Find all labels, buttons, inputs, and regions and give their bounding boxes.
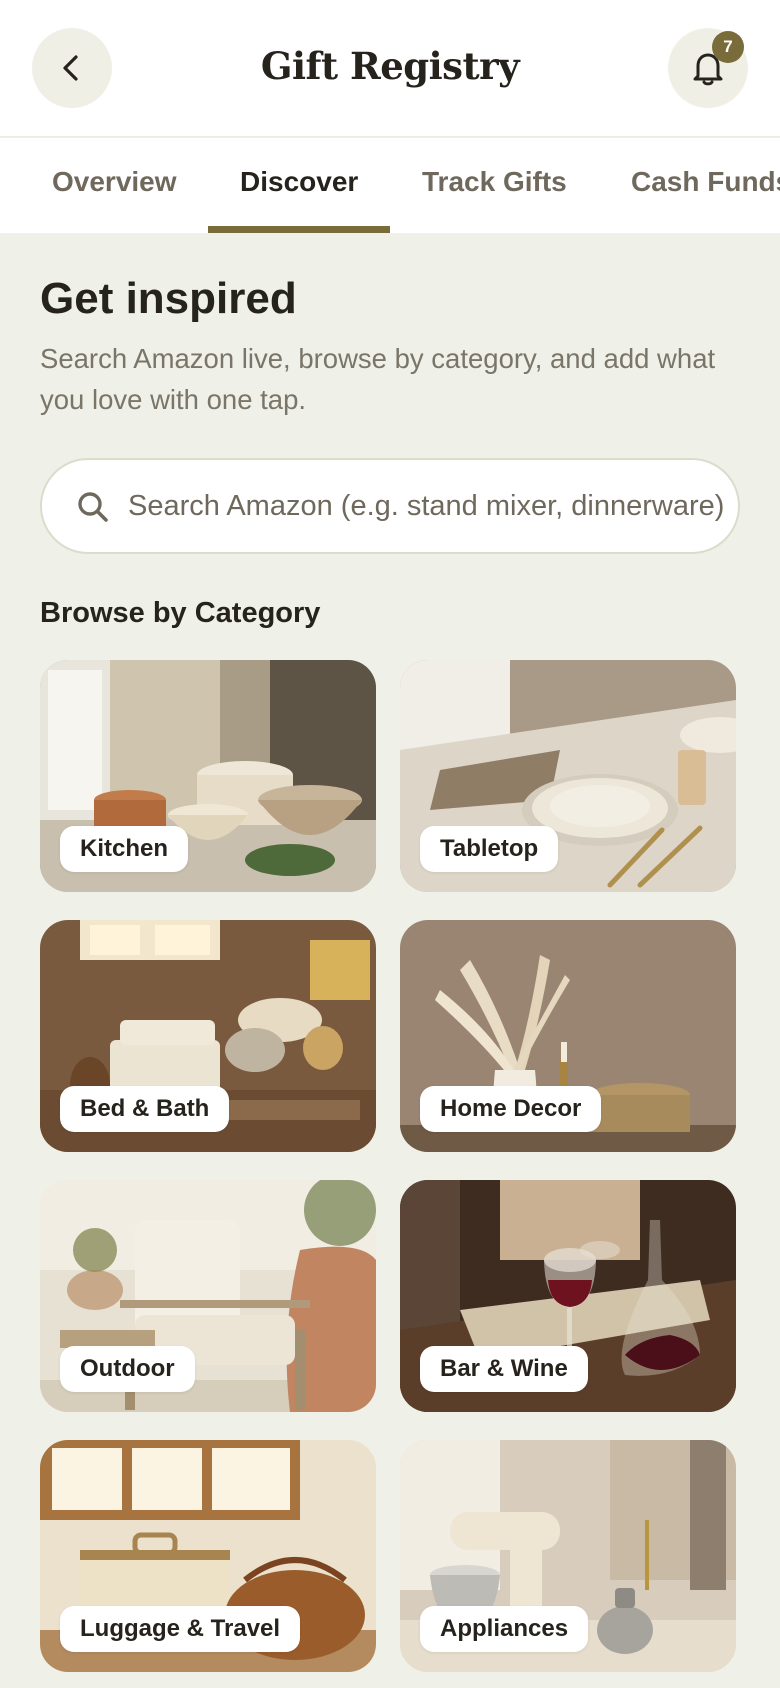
category-card-appliances[interactable]: Appliances xyxy=(400,1440,736,1672)
category-label: Tabletop xyxy=(420,826,559,872)
tab-track-gifts[interactable]: Track Gifts xyxy=(422,166,567,198)
category-card-outdoor[interactable]: Outdoor xyxy=(40,1180,376,1412)
app-header: Gift Registry 7 xyxy=(0,0,780,137)
category-label: Bed & Bath xyxy=(60,1086,230,1132)
search-input[interactable] xyxy=(128,460,728,552)
tab-overview[interactable]: Overview xyxy=(52,166,177,198)
section-heading: Get inspired xyxy=(40,274,297,323)
category-card-bed-bath[interactable]: Bed & Bath xyxy=(40,920,376,1152)
search-icon xyxy=(78,492,108,522)
section-subtitle: Search Amazon live, browse by category, … xyxy=(40,343,716,415)
category-card-kitchen[interactable]: Kitchen xyxy=(40,660,376,892)
tab-cash-funds[interactable]: Cash Funds xyxy=(631,166,780,198)
category-label: Appliances xyxy=(420,1606,589,1652)
category-card-bar-wine[interactable]: Bar & Wine xyxy=(400,1180,736,1412)
category-card-home-decor[interactable]: Home Decor xyxy=(400,920,736,1152)
category-card-luggage-travel[interactable]: Luggage & Travel xyxy=(40,1440,376,1672)
category-label: Bar & Wine xyxy=(420,1346,588,1392)
search-bar[interactable] xyxy=(40,458,740,554)
categories-heading: Browse by Category xyxy=(40,597,321,629)
tab-discover[interactable]: Discover xyxy=(240,166,358,198)
tab-bar: Overview Discover Track Gifts Cash Funds xyxy=(0,138,780,233)
category-label: Outdoor xyxy=(60,1346,195,1392)
category-label: Kitchen xyxy=(60,826,189,872)
active-tab-indicator xyxy=(208,226,390,233)
category-card-tabletop[interactable]: Tabletop xyxy=(400,660,736,892)
page-title: Gift Registry xyxy=(260,44,520,88)
category-label: Luggage & Travel xyxy=(60,1606,301,1652)
category-label: Home Decor xyxy=(420,1086,602,1132)
notification-count-badge: 7 xyxy=(712,31,744,63)
